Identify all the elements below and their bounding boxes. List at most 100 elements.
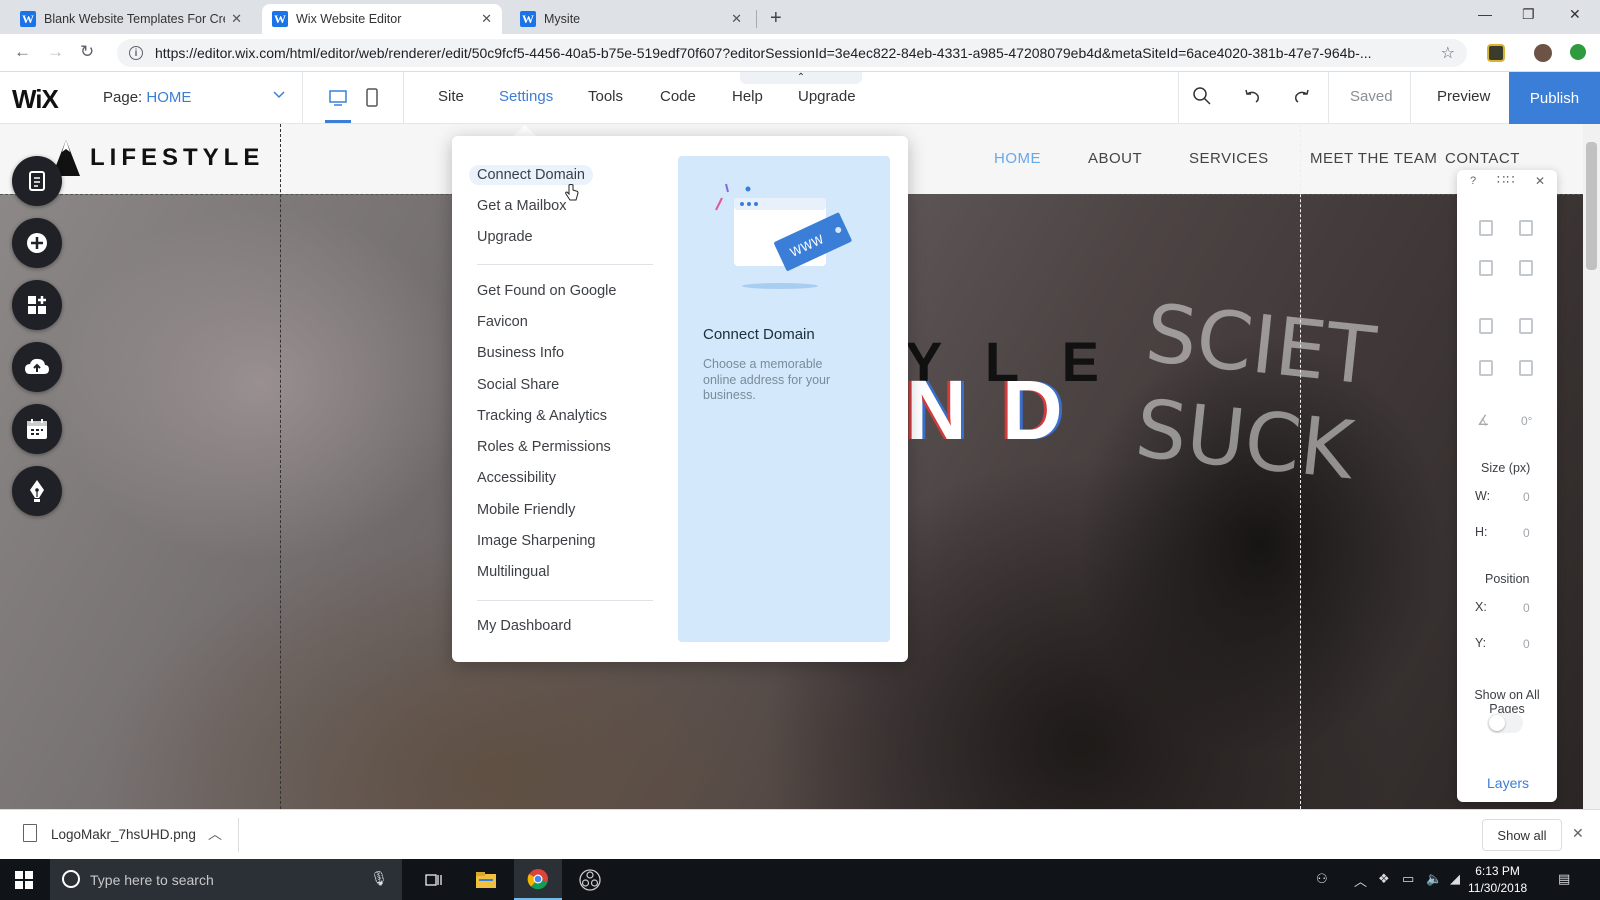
site-logo[interactable]: LIFESTYLE (50, 138, 264, 178)
desktop-view-icon[interactable] (326, 86, 350, 110)
add-apps-button[interactable] (12, 280, 62, 330)
menu-item-roles-permissions[interactable]: Roles & Permissions (477, 439, 611, 455)
reload-icon[interactable]: ↻ (80, 42, 94, 62)
menu-item-get-found-on-google[interactable]: Get Found on Google (477, 283, 616, 299)
volume-icon[interactable]: 🔈 (1426, 871, 1442, 887)
new-tab-icon[interactable]: + (770, 7, 782, 30)
menu-settings[interactable]: Settings (499, 88, 553, 105)
menu-item-favicon[interactable]: Favicon (477, 314, 528, 330)
x-input[interactable]: 0 (1523, 601, 1530, 615)
menu-item-mobile-friendly[interactable]: Mobile Friendly (477, 502, 575, 518)
layers-link[interactable]: Layers (1487, 775, 1529, 791)
show-on-all-pages-toggle[interactable] (1487, 713, 1523, 733)
bookings-button[interactable] (12, 404, 62, 454)
url-input[interactable]: i https://editor.wix.com/html/editor/web… (117, 39, 1467, 67)
show-all-button[interactable]: Show all (1482, 819, 1562, 851)
page-selector[interactable]: Page: HOME (103, 89, 191, 106)
paste-icon[interactable] (1519, 220, 1533, 236)
duplicate-icon[interactable] (1479, 260, 1493, 276)
close-tab-icon[interactable]: ✕ (731, 11, 742, 27)
media-upload-button[interactable] (12, 342, 62, 392)
publish-button[interactable]: Publish (1509, 72, 1600, 124)
taskbar-clock[interactable]: 6:13 PM 11/30/2018 (1468, 863, 1527, 897)
preview-button[interactable]: Preview (1437, 88, 1490, 105)
scrollbar-thumb[interactable] (1586, 142, 1597, 270)
close-panel-icon[interactable]: ✕ (1535, 174, 1545, 188)
delete-icon[interactable] (1519, 260, 1533, 276)
blog-button[interactable] (12, 466, 62, 516)
canvas-scrollbar[interactable] (1583, 124, 1600, 809)
tab-blank-templates[interactable]: W Blank Website Templates For Cre ✕ (10, 4, 252, 34)
drag-handle-icon[interactable]: ∷∷ (1497, 172, 1516, 188)
menu-item-my-dashboard[interactable]: My Dashboard (477, 618, 571, 634)
site-nav-home[interactable]: HOME (994, 150, 1041, 167)
download-filename[interactable]: LogoMakr_7hsUHD.png (51, 827, 196, 842)
hero-title-line2[interactable]: N D (906, 362, 1069, 459)
file-explorer-icon[interactable] (462, 859, 510, 900)
close-tab-icon[interactable]: ✕ (481, 11, 492, 27)
menu-item-social-share[interactable]: Social Share (477, 377, 559, 393)
dropbox-icon[interactable]: ❖ (1378, 871, 1390, 887)
windows-start-icon[interactable] (15, 871, 33, 889)
copy-icon[interactable] (1479, 220, 1493, 236)
zoom-icon[interactable] (1192, 86, 1212, 112)
close-download-bar-icon[interactable]: ✕ (1572, 825, 1584, 842)
extension-icon[interactable] (1487, 44, 1505, 62)
menu-item-accessibility[interactable]: Accessibility (477, 470, 556, 486)
redo-icon[interactable] (1292, 86, 1312, 112)
menu-site[interactable]: Site (438, 88, 464, 105)
menu-tools[interactable]: Tools (588, 88, 623, 105)
menu-item-tracking-analytics[interactable]: Tracking & Analytics (477, 408, 607, 424)
chrome-icon[interactable] (514, 859, 562, 900)
pages-menu-button[interactable] (12, 156, 62, 206)
add-element-button[interactable] (12, 218, 62, 268)
obs-icon[interactable] (566, 859, 614, 900)
extension-green-icon[interactable] (1570, 44, 1586, 60)
menu-item-multilingual[interactable]: Multilingual (477, 564, 550, 580)
rotation-value[interactable]: 0° (1521, 414, 1532, 428)
chevron-up-icon[interactable]: ︿ (208, 824, 222, 844)
notifications-icon[interactable]: ▤ (1558, 871, 1570, 887)
undo-icon[interactable] (1242, 86, 1262, 112)
menu-item-business-info[interactable]: Business Info (477, 345, 564, 361)
people-icon[interactable]: ⚇ (1316, 871, 1328, 887)
site-nav-services[interactable]: SERVICES (1189, 150, 1269, 167)
battery-icon[interactable]: ▭ (1402, 871, 1414, 887)
microphone-icon[interactable]: 🎙 (370, 870, 388, 887)
network-icon[interactable]: ◢ (1450, 871, 1460, 887)
bookmark-star-icon[interactable]: ☆ (1441, 43, 1455, 63)
menu-item-connect-domain[interactable]: Connect Domain (469, 165, 593, 185)
site-nav-about[interactable]: ABOUT (1088, 150, 1142, 167)
arrange-icon[interactable] (1479, 318, 1493, 334)
show-hidden-icons[interactable]: ︿ (1354, 871, 1367, 890)
forward-icon[interactable]: → (47, 42, 64, 62)
tab-wix-editor[interactable]: W Wix Website Editor ✕ (262, 4, 502, 34)
task-view-icon[interactable] (410, 859, 458, 900)
menu-item-get-a-mailbox[interactable]: Get a Mailbox (477, 198, 566, 214)
mobile-view-icon[interactable] (360, 86, 384, 110)
back-icon[interactable]: ← (14, 42, 31, 62)
distribute-icon[interactable] (1479, 360, 1493, 376)
chevron-down-icon[interactable] (272, 87, 286, 104)
width-input[interactable]: 0 (1523, 490, 1530, 504)
menu-item-image-sharpening[interactable]: Image Sharpening (477, 533, 596, 549)
y-input[interactable]: 0 (1523, 637, 1530, 651)
menu-item-upgrade[interactable]: Upgrade (477, 229, 533, 245)
connect-domain-promo[interactable]: WWW Connect Domain Choose a memorable on… (678, 156, 890, 642)
maximize-icon[interactable]: ❐ (1522, 6, 1535, 23)
menu-upgrade[interactable]: Upgrade (798, 88, 856, 105)
menu-code[interactable]: Code (660, 88, 696, 105)
window-close-icon[interactable]: ✕ (1569, 6, 1581, 23)
site-nav-meet-the-team[interactable]: MEET THE TEAM (1310, 150, 1437, 167)
minimize-icon[interactable]: — (1478, 6, 1492, 22)
match-size-icon[interactable] (1519, 360, 1533, 376)
site-info-icon[interactable]: i (129, 46, 143, 60)
tab-mysite[interactable]: W Mysite ✕ (510, 4, 752, 34)
close-tab-icon[interactable]: ✕ (231, 11, 242, 27)
height-input[interactable]: 0 (1523, 526, 1530, 540)
align-icon[interactable] (1519, 318, 1533, 334)
menu-help[interactable]: Help (732, 88, 763, 105)
help-icon[interactable]: ? (1470, 175, 1476, 187)
profile-avatar[interactable] (1534, 44, 1552, 62)
collapse-topbar-icon[interactable]: ⌃ (740, 72, 862, 84)
